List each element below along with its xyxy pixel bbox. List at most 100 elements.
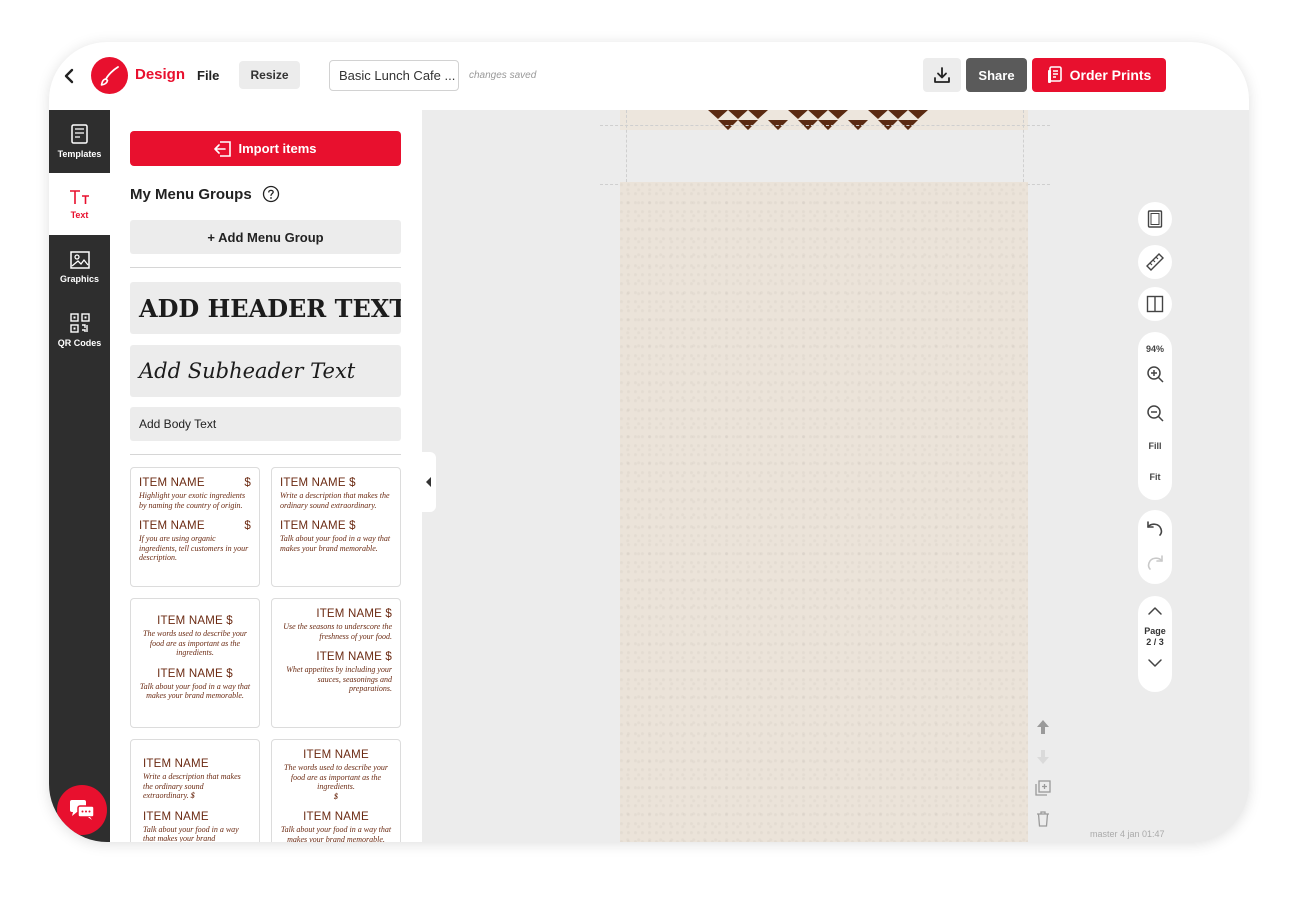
item-description: If you are using organic ingredients, te… xyxy=(139,534,249,563)
page-navigator: Page 2 / 3 xyxy=(1138,596,1172,692)
text-panel: Import items My Menu Groups + Add Menu G… xyxy=(110,110,422,842)
resize-button[interactable]: Resize xyxy=(239,61,300,89)
redo-button[interactable] xyxy=(1138,546,1172,580)
trash-icon xyxy=(1037,811,1049,827)
page-indicator: Page 2 / 3 xyxy=(1144,626,1166,648)
previous-page-button[interactable] xyxy=(1138,596,1172,626)
menu-item-style-card[interactable]: ITEM NAME The words used to describe your… xyxy=(271,739,401,842)
item-description: Use the seasons to underscore the freshn… xyxy=(283,622,392,641)
page-number: 2 / 3 xyxy=(1146,636,1164,647)
nav-item-text[interactable]: Text xyxy=(49,173,110,235)
item-description: Talk about your food in a way that makes… xyxy=(280,825,392,842)
item-name: ITEM NAME $ xyxy=(316,608,392,620)
item-name: ITEM NAME $ xyxy=(280,520,356,533)
brush-logo-icon[interactable] xyxy=(91,57,128,94)
arrow-down-icon xyxy=(1037,750,1049,764)
file-menu-button[interactable]: File xyxy=(197,68,219,83)
item-name: ITEM NAME $ xyxy=(157,615,233,627)
two-page-icon xyxy=(1146,295,1164,313)
ruler-toggle xyxy=(1138,245,1172,279)
item-description: The words used to describe your food are… xyxy=(284,763,388,801)
document-title-field[interactable]: Basic Lunch Cafe ... xyxy=(329,60,459,91)
page-view-toggle xyxy=(1138,202,1172,236)
zoom-fill-button[interactable]: Fill xyxy=(1149,430,1162,461)
ruler-button[interactable] xyxy=(1138,245,1172,279)
chevron-down-icon xyxy=(1148,658,1162,667)
print-icon xyxy=(1047,66,1062,83)
move-page-down-button[interactable] xyxy=(1034,748,1052,766)
add-header-text-button[interactable]: ADD HEADER TEXT xyxy=(130,282,401,334)
item-name: ITEM NAME $ xyxy=(157,667,233,680)
item-name: ITEM NAME $ xyxy=(139,520,251,533)
item-name: ITEM NAME $ xyxy=(139,477,251,489)
item-name: ITEM NAME xyxy=(303,811,369,824)
item-name: ITEM NAME xyxy=(143,758,209,770)
menu-item-style-card[interactable]: ITEM NAME $ Use the seasons to underscore… xyxy=(271,598,401,728)
divider xyxy=(130,267,401,268)
nav-item-qr-codes[interactable]: QR Codes xyxy=(49,299,110,361)
zoom-controls: 94% Fill Fit xyxy=(1138,332,1172,500)
left-nav: Templates Text Graphics QR Codes xyxy=(49,110,110,842)
item-description: Talk about your food in a way that makes… xyxy=(143,824,239,842)
back-button[interactable] xyxy=(61,64,77,88)
undo-icon xyxy=(1147,521,1163,536)
single-page-button[interactable] xyxy=(1138,202,1172,236)
chevron-up-icon xyxy=(1148,607,1162,615)
menu-item-style-card[interactable]: ITEM NAME $ Highlight your exotic ingredie… xyxy=(130,467,260,587)
history-controls xyxy=(1138,510,1172,584)
page-icon xyxy=(1147,210,1163,228)
chat-support-button[interactable] xyxy=(57,785,107,835)
menu-item-style-card[interactable]: ITEM NAME Write a description that makes … xyxy=(130,739,260,842)
delete-page-button[interactable] xyxy=(1034,810,1052,828)
zoom-level: 94% xyxy=(1145,344,1164,354)
nav-label-graphics: Graphics xyxy=(59,273,99,284)
undo-button[interactable] xyxy=(1138,512,1172,546)
qr-code-icon xyxy=(69,312,90,333)
next-page-button[interactable] xyxy=(1138,648,1172,678)
zoom-out-icon xyxy=(1146,404,1164,422)
item-description: Write a description that makes the ordin… xyxy=(280,491,390,510)
item-name: ITEM NAME xyxy=(143,810,209,823)
menu-item-style-card[interactable]: ITEM NAME $ The words used to describe yo… xyxy=(130,598,260,728)
redo-icon xyxy=(1147,555,1163,570)
order-prints-label: Order Prints xyxy=(1069,67,1152,83)
item-name: ITEM NAME xyxy=(303,749,369,761)
zoom-fit-button[interactable]: Fit xyxy=(1150,461,1161,492)
item-description: Talk about your food in a way that makes… xyxy=(280,534,391,553)
item-description: Whet appetites by including your sauces,… xyxy=(286,665,392,694)
nav-item-graphics[interactable]: Graphics xyxy=(49,236,110,298)
menu-groups-title: My Menu Groups xyxy=(130,185,280,203)
version-info: master 4 jan 01:47 xyxy=(1090,829,1165,839)
download-button[interactable] xyxy=(923,58,961,92)
menu-item-style-card[interactable]: ITEM NAME $ Write a description that make… xyxy=(271,467,401,587)
nav-label-qr-codes: QR Codes xyxy=(57,337,102,348)
add-body-text-button[interactable]: Add Body Text xyxy=(130,407,401,441)
help-icon[interactable] xyxy=(262,185,280,203)
nav-label-templates: Templates xyxy=(57,148,102,159)
page-2[interactable] xyxy=(620,182,1028,842)
add-subheader-text-button[interactable]: Add Subheader Text xyxy=(130,345,401,397)
collapse-panel-button[interactable] xyxy=(422,452,436,512)
zoom-in-icon xyxy=(1146,365,1164,383)
spread-toggle xyxy=(1138,287,1172,321)
app-label: Design xyxy=(135,66,186,83)
duplicate-page-button[interactable] xyxy=(1034,779,1052,797)
arrow-up-icon xyxy=(1037,720,1049,734)
top-bar: Design File Resize Basic Lunch Cafe ... … xyxy=(49,42,1249,110)
add-menu-group-button[interactable]: + Add Menu Group xyxy=(130,220,401,254)
zoom-out-button[interactable] xyxy=(1138,396,1172,430)
design-canvas[interactable]: 94% Fill Fit Page 2 / 3 master 4 jan 01:… xyxy=(422,110,1249,842)
order-prints-button[interactable]: Order Prints xyxy=(1032,58,1166,92)
caret-left-icon xyxy=(426,477,431,487)
import-items-button[interactable]: Import items xyxy=(130,131,401,166)
two-page-button[interactable] xyxy=(1138,287,1172,321)
text-icon xyxy=(69,189,89,204)
share-button[interactable]: Share xyxy=(966,58,1027,92)
nav-item-templates[interactable]: Templates xyxy=(49,110,110,172)
page-1-bottom[interactable] xyxy=(620,110,1028,130)
move-page-up-button[interactable] xyxy=(1034,718,1052,736)
zoom-in-button[interactable] xyxy=(1138,357,1172,391)
nav-label-text: Text xyxy=(70,209,89,220)
add-page-icon xyxy=(1035,780,1051,796)
triangle-pattern-graphic xyxy=(708,110,928,130)
